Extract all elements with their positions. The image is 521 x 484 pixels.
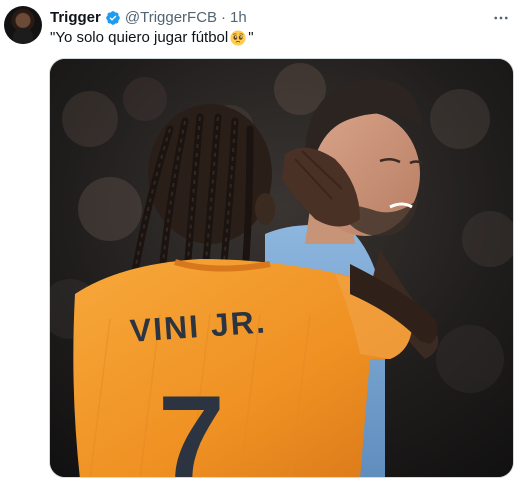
verified-badge-icon	[105, 10, 121, 26]
tweet-header: Trigger @TriggerFCB · 1h	[50, 8, 247, 28]
tweet-text-main: "Yo solo quiero jugar fútbol	[50, 29, 229, 46]
pleading-face-icon	[230, 30, 246, 46]
ellipsis-icon[interactable]	[491, 8, 511, 28]
tweet-media-photo[interactable]: VINI JR. 7	[49, 58, 514, 478]
separator-dot: ·	[221, 9, 227, 26]
jersey-number: 7	[158, 371, 225, 478]
avatar[interactable]	[4, 6, 42, 44]
tweet-text-end: "	[248, 29, 254, 46]
author-handle[interactable]: @TriggerFCB	[125, 8, 217, 28]
tweet-text: "Yo solo quiero jugar fútbol "	[50, 28, 254, 48]
timestamp[interactable]: 1h	[230, 8, 247, 28]
tweet[interactable]: Trigger @TriggerFCB · 1h "Yo solo quiero…	[0, 0, 521, 484]
author-name[interactable]: Trigger	[50, 8, 101, 28]
